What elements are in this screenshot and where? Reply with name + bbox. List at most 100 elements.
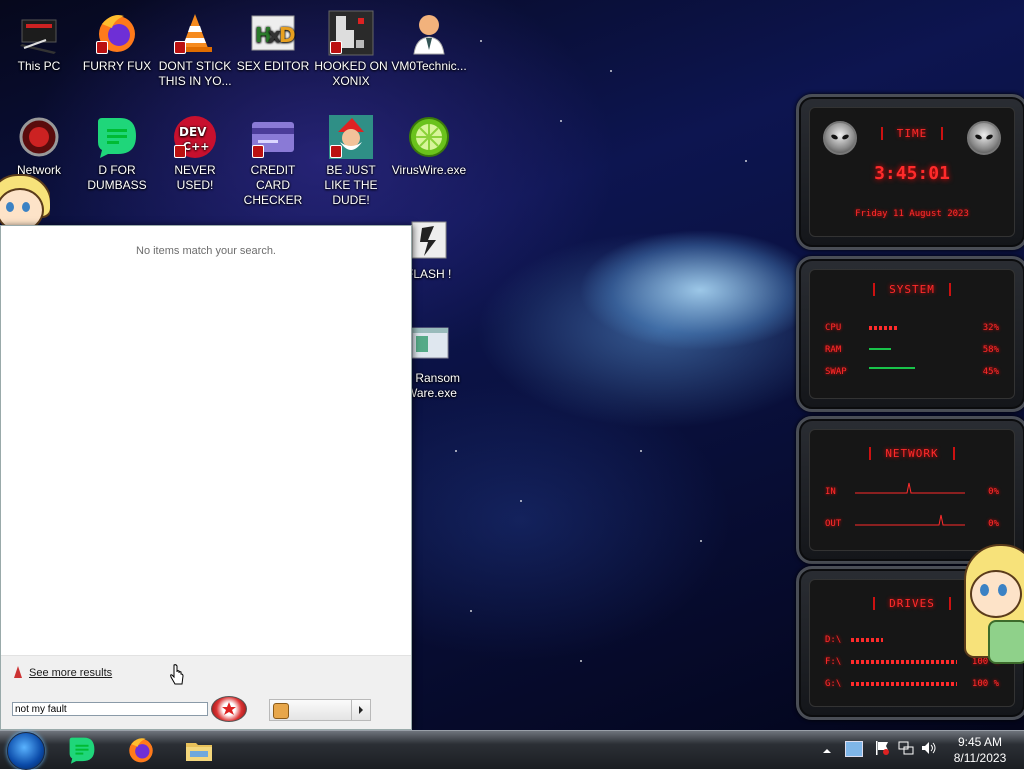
time-title: TIME xyxy=(880,127,944,140)
shutdown-options-arrow[interactable] xyxy=(351,700,370,720)
swap-value: 45% xyxy=(982,367,999,377)
shutdown-button[interactable] xyxy=(269,699,371,721)
desktop-icon-d-for-dumbass[interactable]: D FOR DUMBASS xyxy=(78,110,156,193)
vlc-cone-icon xyxy=(172,10,218,56)
desktop-icon-label: BE JUST LIKE THE DUDE! xyxy=(324,163,378,207)
swap-bar xyxy=(869,367,915,369)
clock[interactable]: 9:45 AM 8/11/2023 xyxy=(950,734,1010,766)
star xyxy=(610,70,612,72)
desktop-icon-network[interactable]: Network xyxy=(0,110,78,178)
network-in-value: 0% xyxy=(988,487,999,497)
character-sticker xyxy=(962,540,1024,664)
taskbar-app-file-explorer[interactable] xyxy=(184,735,214,765)
cpu-label: CPU xyxy=(825,323,842,333)
svg-text:D: D xyxy=(279,23,296,47)
desktop-icon-label: VM0Technic... xyxy=(391,59,467,73)
network-icon[interactable] xyxy=(898,740,914,756)
show-hidden-icons-icon[interactable] xyxy=(822,743,832,753)
desktop-icon-be-just-like-the-dude[interactable]: BE JUST LIKE THE DUDE! xyxy=(312,110,390,208)
svg-text:DEV: DEV xyxy=(179,125,207,139)
credit-card-icon xyxy=(250,114,296,160)
santa-dude-icon xyxy=(328,114,374,160)
star xyxy=(480,40,482,42)
clock-date: 8/11/2023 xyxy=(953,751,1007,765)
drive-g-label: G:\ xyxy=(825,679,842,689)
desktop-icon-label: NEVER USED! xyxy=(174,163,216,192)
computer-icon xyxy=(16,10,62,56)
drive-d-label: D:\ xyxy=(825,635,842,645)
time-panel: TIME 3:45:01 Friday 11 August 2023 xyxy=(796,94,1024,250)
date-display: Friday 11 August 2023 xyxy=(855,209,969,219)
network-out-value: 0% xyxy=(988,519,999,529)
network-out-row: OUT 0% xyxy=(825,514,999,531)
taskbar-app-d[interactable] xyxy=(67,735,97,765)
start-menu-footer: See more results xyxy=(1,655,411,729)
star xyxy=(560,120,562,122)
taskbar-app-firefox[interactable] xyxy=(126,735,156,765)
drive-d-bar xyxy=(851,638,883,642)
character-sticker xyxy=(0,172,50,232)
network-out-graph xyxy=(855,514,965,526)
star xyxy=(700,540,702,542)
desktop-icon-label: DONT STICK THIS IN YO... xyxy=(158,59,232,88)
system-panel: SYSTEM CPU 32% RAM 58% SWAP 45% xyxy=(796,256,1024,412)
ransomware-window-icon xyxy=(410,322,450,368)
hxd-editor-icon: HxD xyxy=(250,10,296,56)
network-title: NETWORK xyxy=(869,447,955,460)
star xyxy=(640,450,642,452)
dev-cpp-icon: DEV C++ xyxy=(172,114,218,160)
ram-value: 58% xyxy=(982,345,999,355)
desktop-icon-viruswire[interactable]: VirusWire.exe xyxy=(390,110,468,178)
cpu-bar xyxy=(869,326,899,330)
see-more-results-link[interactable]: See more results xyxy=(29,667,112,679)
desktop-icon-credit-card-checker[interactable]: CREDIT CARD CHECKER xyxy=(234,110,312,208)
clock-time: 9:45 AM xyxy=(957,735,1003,749)
network-in-label: IN xyxy=(825,487,836,497)
desktop-icon-label: This PC xyxy=(17,59,61,73)
star xyxy=(745,160,747,162)
drive-g-row: G:\ 100 % xyxy=(825,679,999,691)
search-input[interactable] xyxy=(12,702,208,716)
doctor-avatar-icon xyxy=(406,10,452,56)
power-icon xyxy=(273,703,289,719)
d-app-icon xyxy=(94,114,140,160)
drive-f-label: F:\ xyxy=(825,657,842,667)
drive-g-value: 100 % xyxy=(971,679,999,689)
cpu-row: CPU 32% xyxy=(825,323,999,335)
swap-label: SWAP xyxy=(825,367,847,377)
ram-label: RAM xyxy=(825,345,842,355)
no-results-message: No items match your search. xyxy=(136,245,276,257)
desktop-icon-dont-stick[interactable]: DONT STICK THIS IN YO... xyxy=(156,6,234,89)
lime-icon xyxy=(406,114,452,160)
desktop-icon-label: HOOKED ON XONIX xyxy=(314,59,388,88)
clock-display: 3:45:01 xyxy=(874,163,950,184)
mouse-cursor xyxy=(169,664,185,686)
volume-icon[interactable] xyxy=(921,740,937,756)
star xyxy=(470,610,472,612)
taskbar: 9:45 AM 8/11/2023 xyxy=(0,730,1024,770)
desktop-icon-label: SEX EDITOR xyxy=(236,59,310,73)
desktop-icon-furry-fux[interactable]: FURRY FUX xyxy=(78,6,156,74)
start-orb-icon[interactable] xyxy=(7,732,45,770)
alien-network-icon xyxy=(16,114,62,160)
desktop-icon-vm0technic[interactable]: VM0Technic... xyxy=(390,6,468,74)
swap-row: SWAP 45% xyxy=(825,367,999,379)
star xyxy=(455,450,457,452)
search-results-icon xyxy=(13,666,23,679)
display-icon[interactable] xyxy=(845,741,863,757)
ram-bar xyxy=(869,348,891,350)
ram-row: RAM 58% xyxy=(825,345,999,357)
system-title: SYSTEM xyxy=(873,283,951,296)
desktop-icon-label: CREDIT CARD CHECKER xyxy=(243,163,303,207)
flash-icon xyxy=(410,218,450,264)
desktop-icon-this-pc[interactable]: This PC xyxy=(0,6,78,74)
star xyxy=(580,660,582,662)
desktop-icon-hooked-on-xonix[interactable]: HOOKED ON XONIX xyxy=(312,6,390,89)
desktop-icon-never-used[interactable]: DEV C++ NEVER USED! xyxy=(156,110,234,193)
flag-icon[interactable] xyxy=(874,740,890,756)
desktop-icon-sex-editor[interactable]: HxD SEX EDITOR xyxy=(234,6,312,74)
desktop-icon-label: VirusWire.exe xyxy=(391,163,467,177)
network-in-graph xyxy=(855,482,965,494)
drives-title: DRIVES xyxy=(873,597,951,610)
search-star-icon[interactable] xyxy=(211,696,247,722)
